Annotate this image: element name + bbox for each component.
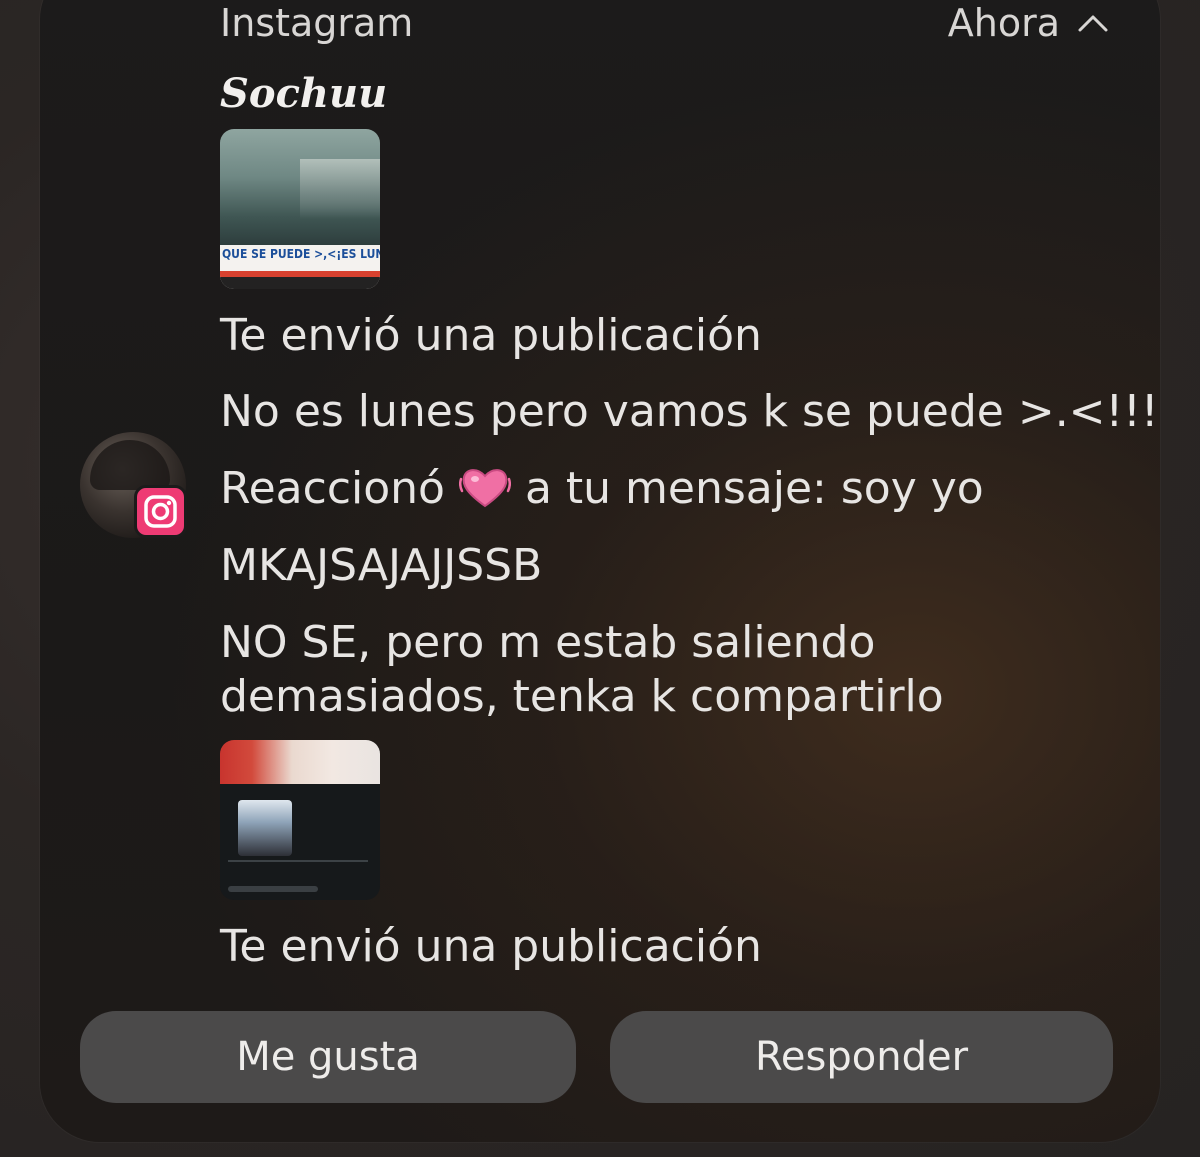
instagram-icon [134, 485, 187, 538]
thumbnail-image-area [300, 159, 380, 219]
reaction-suffix: a tu mensaje: soy yo [524, 463, 984, 514]
timestamp: Ahora [947, 1, 1060, 45]
message-3: NO SE, pero m estab saliendo demasiados,… [220, 617, 944, 722]
reaction-message: Reaccionó a tu mensaje: soy yo [220, 462, 984, 516]
thumbnail-caption: QUE SE PUEDE >,<¡ES LUN [222, 247, 380, 261]
heart-icon [458, 469, 511, 508]
thumbnail-footer [228, 886, 318, 892]
message-post-label-2: Te envió una publicación [220, 921, 762, 972]
thumbnail-divider [228, 860, 368, 862]
message-2: MKAJSAJAJJSSB [220, 540, 543, 591]
post-thumbnail-2[interactable] [220, 740, 380, 900]
avatar-photo [90, 440, 170, 490]
reaction-prefix: Reaccionó [220, 463, 445, 514]
like-button[interactable]: Me gusta [80, 1011, 576, 1103]
thumbnail-inner-image [238, 800, 292, 856]
post-thumbnail-1[interactable]: QUE SE PUEDE >,<¡ES LUN [220, 129, 380, 289]
thumbnail-bottom [220, 277, 380, 289]
sender-name: Sochuu [220, 70, 388, 117]
thumbnail-image-area [220, 740, 380, 784]
message-1: No es lunes pero vamos k se puede >.<!!! [220, 386, 1159, 437]
reply-button[interactable]: Responder [610, 1011, 1113, 1103]
chevron-up-icon[interactable] [1076, 8, 1110, 38]
message-post-label-1: Te envió una publicación [220, 310, 762, 361]
app-name: Instagram [220, 1, 414, 45]
